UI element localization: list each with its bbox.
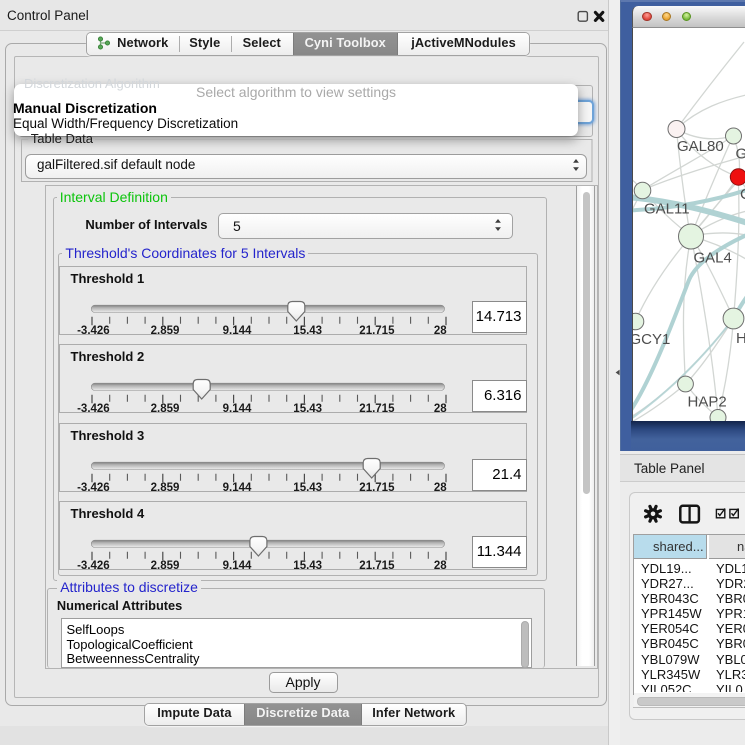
svg-text:-3.426: -3.426 bbox=[77, 324, 110, 335]
svg-text:28: 28 bbox=[434, 559, 447, 570]
svg-text:21.715: 21.715 bbox=[359, 559, 395, 570]
svg-text:HAP2: HAP2 bbox=[688, 394, 727, 411]
svg-text:9.144: 9.144 bbox=[223, 482, 252, 493]
svg-text:2.859: 2.859 bbox=[151, 559, 180, 570]
svg-text:-3.426: -3.426 bbox=[77, 403, 110, 414]
svg-text:GAL11: GAL11 bbox=[644, 201, 690, 218]
svg-text:HO: HO bbox=[736, 330, 745, 347]
svg-text:CY: CY bbox=[740, 186, 745, 203]
svg-text:GAL: GAL bbox=[736, 146, 745, 163]
svg-text:2.859: 2.859 bbox=[151, 403, 180, 414]
svg-text:21.715: 21.715 bbox=[359, 324, 395, 335]
svg-text:28: 28 bbox=[434, 482, 447, 493]
svg-text:GAL80: GAL80 bbox=[677, 138, 724, 155]
svg-text:28: 28 bbox=[434, 324, 447, 335]
svg-text:21.715: 21.715 bbox=[359, 403, 395, 414]
svg-text:2.859: 2.859 bbox=[151, 324, 180, 335]
svg-text:28: 28 bbox=[434, 403, 447, 414]
svg-text:GCY1: GCY1 bbox=[633, 331, 670, 348]
svg-text:9.144: 9.144 bbox=[223, 324, 252, 335]
svg-text:9.144: 9.144 bbox=[223, 403, 252, 414]
svg-text:15.43: 15.43 bbox=[293, 403, 322, 414]
svg-text:15.43: 15.43 bbox=[293, 324, 322, 335]
svg-text:15.43: 15.43 bbox=[293, 482, 322, 493]
svg-text:GAL4: GAL4 bbox=[694, 250, 732, 267]
svg-text:2.859: 2.859 bbox=[151, 482, 180, 493]
svg-text:9.144: 9.144 bbox=[223, 559, 252, 570]
svg-text:15.43: 15.43 bbox=[293, 559, 322, 570]
svg-text:-3.426: -3.426 bbox=[77, 482, 110, 493]
svg-text:-3.426: -3.426 bbox=[77, 559, 110, 570]
svg-text:21.715: 21.715 bbox=[359, 482, 395, 493]
